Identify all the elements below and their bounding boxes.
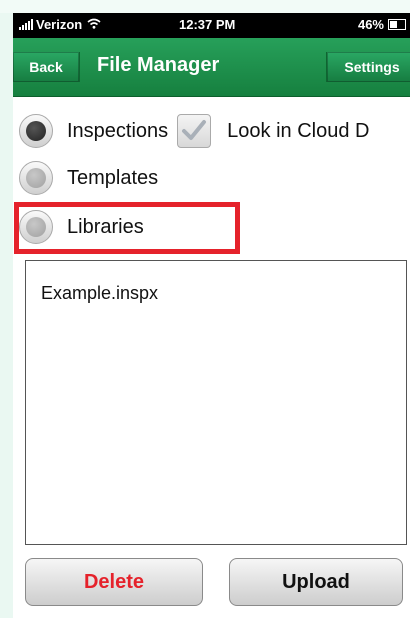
carrier-indicator: Verizon (19, 17, 101, 32)
page-title: File Manager (97, 54, 220, 76)
checkmark-icon (182, 120, 207, 140)
navigation-bar: Back File Manager Settings (13, 38, 410, 97)
background-decoration-top (0, 0, 410, 13)
signal-icon (19, 19, 33, 30)
back-button[interactable]: Back (13, 52, 80, 82)
screenshot: Verizon 12:37 PM 46% Back File Manager S… (0, 0, 410, 618)
radio-option-templates[interactable]: Templates (19, 161, 158, 195)
radio-option-inspections[interactable]: Inspections Look in Cloud D (19, 114, 369, 148)
status-bar: Verizon 12:37 PM 46% (13, 13, 410, 38)
battery-percent: 46% (357, 17, 384, 32)
wifi-icon (87, 17, 101, 32)
phone-screen: Verizon 12:37 PM 46% Back File Manager S… (13, 13, 410, 618)
inspections-label: Inspections (67, 119, 169, 142)
carrier-name: Verizon (36, 17, 83, 32)
settings-button[interactable]: Settings (326, 52, 410, 82)
background-decoration (0, 0, 13, 618)
look-in-cloud-checkbox[interactable] (177, 114, 212, 148)
radio-button-templates[interactable] (19, 161, 53, 195)
look-in-cloud-label: Look in Cloud D (227, 119, 370, 142)
highlight-box (14, 202, 240, 254)
templates-label: Templates (67, 166, 159, 189)
upload-button[interactable]: Upload (229, 558, 403, 606)
battery-icon (388, 19, 406, 30)
battery-indicator: 46% (358, 17, 406, 32)
file-list[interactable]: Example.inspx (25, 260, 407, 545)
delete-button[interactable]: Delete (25, 558, 203, 606)
radio-button-inspections[interactable] (19, 114, 53, 148)
status-time: 12:37 PM (179, 17, 236, 32)
list-item[interactable]: Example.inspx (41, 283, 158, 304)
